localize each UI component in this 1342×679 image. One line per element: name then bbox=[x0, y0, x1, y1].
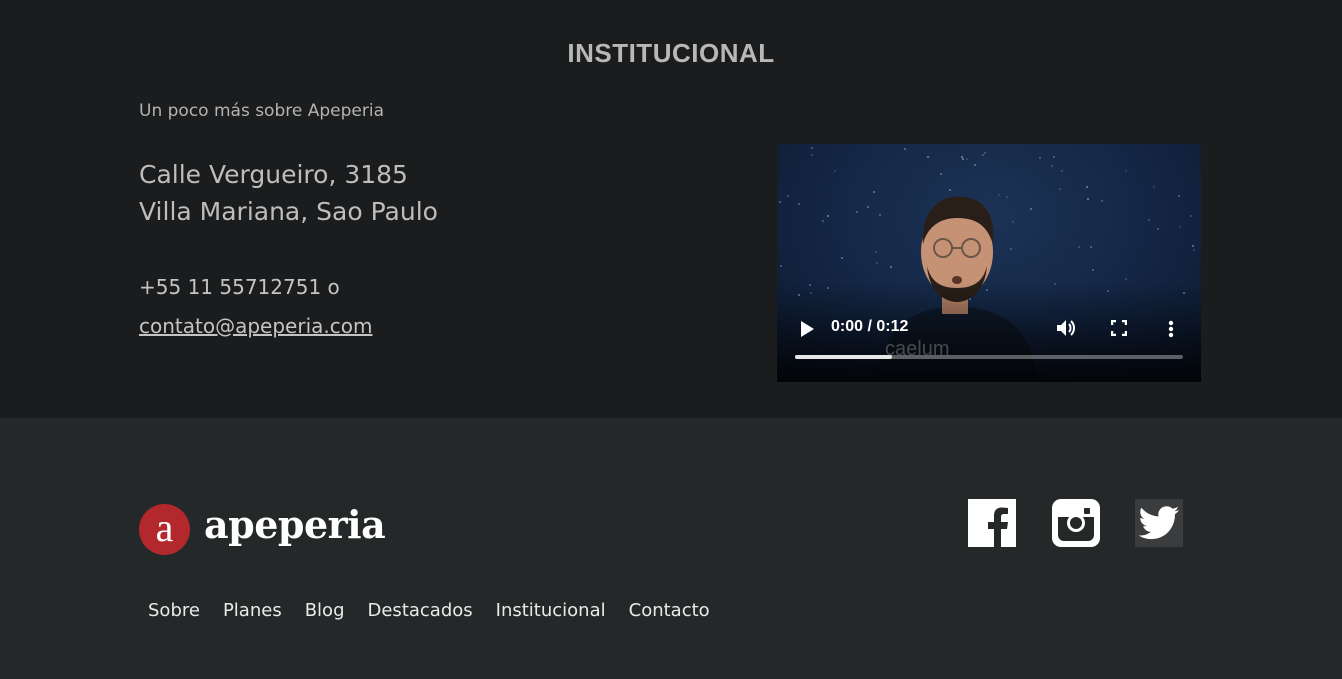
star bbox=[904, 148, 906, 150]
footer-nav-contacto[interactable]: Contacto bbox=[629, 600, 710, 621]
star bbox=[1178, 195, 1180, 197]
facebook-icon[interactable] bbox=[968, 499, 1016, 547]
star bbox=[962, 158, 964, 160]
star bbox=[841, 257, 843, 259]
institucional-section: INSTITUCIONAL Un poco más sobre Apeperia… bbox=[0, 0, 1342, 418]
footer-nav-blog[interactable]: Blog bbox=[305, 600, 345, 621]
address-line-1: Calle Vergueiro, 3185 bbox=[139, 160, 408, 189]
star bbox=[822, 220, 824, 222]
site-footer: a apeperia Sobre Planes Blog Destacados … bbox=[0, 418, 1342, 679]
star bbox=[1193, 249, 1195, 251]
video-progress-fill bbox=[795, 355, 892, 359]
video-progress-bar[interactable] bbox=[795, 355, 1183, 359]
logo-text[interactable]: apeperia bbox=[204, 502, 386, 547]
star bbox=[1051, 165, 1053, 167]
star bbox=[1192, 245, 1194, 247]
star bbox=[779, 201, 781, 203]
star bbox=[1053, 156, 1055, 158]
star bbox=[927, 156, 929, 158]
star bbox=[827, 215, 829, 217]
star bbox=[1153, 186, 1155, 188]
star bbox=[1157, 228, 1159, 230]
star bbox=[1090, 246, 1092, 248]
star bbox=[1179, 226, 1181, 228]
twitter-icon[interactable] bbox=[1135, 499, 1183, 547]
star bbox=[1125, 170, 1127, 172]
section-subtitle: Un poco más sobre Apeperia bbox=[139, 101, 384, 121]
footer-nav-destacados[interactable]: Destacados bbox=[368, 600, 473, 621]
star bbox=[1039, 157, 1041, 159]
star bbox=[1190, 215, 1192, 217]
star bbox=[982, 154, 984, 156]
logo-icon[interactable]: a bbox=[139, 504, 190, 555]
address-line-2: Villa Mariana, Sao Paulo bbox=[139, 197, 438, 226]
star bbox=[834, 170, 836, 172]
volume-icon[interactable] bbox=[1056, 319, 1076, 337]
video-player[interactable]: caelum 0:00 / 0:12 bbox=[777, 144, 1201, 382]
star bbox=[798, 203, 800, 205]
star bbox=[787, 195, 789, 197]
footer-nav-planes[interactable]: Planes bbox=[223, 600, 282, 621]
star bbox=[1087, 198, 1089, 200]
fullscreen-icon[interactable] bbox=[1111, 320, 1127, 336]
star bbox=[1086, 186, 1088, 188]
star bbox=[1101, 200, 1103, 202]
star bbox=[780, 265, 782, 267]
star bbox=[961, 156, 963, 158]
star bbox=[1092, 269, 1094, 271]
logo-letter: a bbox=[155, 505, 174, 550]
star bbox=[974, 164, 976, 166]
star bbox=[984, 152, 986, 154]
star bbox=[1148, 219, 1150, 221]
footer-nav-sobre[interactable]: Sobre bbox=[148, 600, 200, 621]
star bbox=[811, 147, 813, 149]
star bbox=[811, 154, 813, 156]
star bbox=[1059, 188, 1061, 190]
footer-nav-institucional[interactable]: Institucional bbox=[496, 600, 606, 621]
instagram-icon[interactable] bbox=[1052, 499, 1100, 547]
more-vert-icon[interactable] bbox=[1168, 320, 1174, 338]
email-link[interactable]: contato@apeperia.com bbox=[139, 314, 372, 338]
section-title: INSTITUCIONAL bbox=[567, 38, 775, 68]
star bbox=[1078, 246, 1080, 248]
play-icon[interactable] bbox=[799, 320, 815, 338]
star bbox=[966, 158, 968, 160]
video-time: 0:00 / 0:12 bbox=[831, 318, 909, 335]
footer-nav: Sobre Planes Blog Destacados Institucion… bbox=[148, 600, 733, 621]
star bbox=[1061, 170, 1063, 172]
phone-number: +55 11 55712751 o bbox=[139, 275, 340, 299]
star bbox=[1125, 278, 1127, 280]
